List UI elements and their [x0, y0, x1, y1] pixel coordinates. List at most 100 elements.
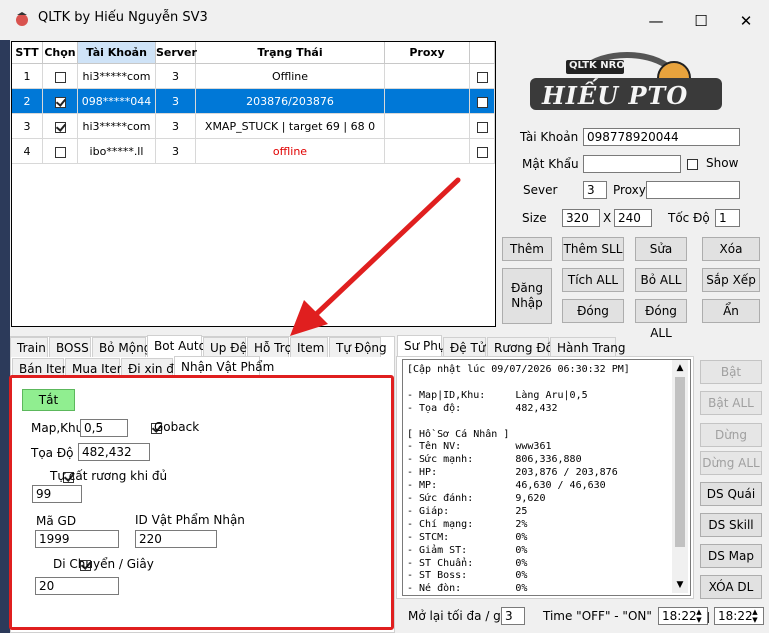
toc-do-input[interactable]: 1 [715, 209, 740, 227]
log-line: - Tên NV: www361 [407, 441, 552, 453]
minimize-button[interactable]: — [634, 6, 678, 36]
log-line: - Sức mạnh: 806,336,880 [407, 454, 582, 466]
chon-cell[interactable] [43, 64, 78, 89]
log-line: - Sức đánh: 9,620 [407, 493, 546, 504]
stt-cell: 3 [12, 114, 43, 139]
toc-do-label: Tốc Độ [668, 211, 710, 225]
xoa-button[interactable]: Xóa [702, 237, 760, 261]
row-select-checkbox[interactable] [54, 71, 66, 83]
dang-nhap-button[interactable]: Đăng Nhập [502, 268, 552, 324]
extra-cell[interactable] [470, 139, 495, 164]
proxy-cell [385, 139, 470, 164]
tab-bot-auto[interactable]: Bot Auto [147, 335, 206, 357]
log-line: - ST Boss: 0% [407, 570, 528, 582]
bo-all-button[interactable]: Bỏ ALL [635, 268, 687, 292]
account-cell: hi3*****com [78, 114, 156, 139]
bat-button[interactable]: Bật [700, 360, 762, 384]
size-x-label: X [603, 211, 612, 225]
server-cell: 3 [156, 114, 196, 139]
col-header-status[interactable]: Trạng Thái [196, 42, 385, 64]
tab-bo-mong[interactable]: Bỏ Mộng [92, 337, 151, 357]
proxy-input[interactable] [646, 181, 740, 199]
row-select-checkbox[interactable] [54, 146, 66, 158]
maximize-button[interactable]: ☐ [679, 6, 723, 36]
log-line: [ Hồ Sơ Cá Nhân ] [407, 428, 510, 440]
tai-khoan-input[interactable]: 098778920044 [583, 128, 740, 146]
table-row[interactable]: 1 hi3*****com 3 Offline [12, 64, 495, 89]
ds-quai-button[interactable]: DS Quái [700, 482, 762, 506]
table-row[interactable]: 3 hi3*****com 3 XMAP_STUCK | target 69 | 68… [12, 114, 495, 139]
tab-train[interactable]: Train [10, 337, 48, 357]
them-sll-button[interactable]: Thêm SLL [562, 237, 624, 261]
mo-lai-label: Mở lại tối đa / giờ [408, 609, 512, 623]
row-extra-checkbox[interactable] [476, 146, 488, 158]
tab-boss[interactable]: BOSS [49, 337, 91, 357]
sap-xep-button[interactable]: Sắp Xếp [702, 268, 760, 292]
tab-ho-tro[interactable]: Hỗ Trợ [247, 337, 292, 357]
spin-arrows-icon[interactable]: ▲ ▼ [693, 608, 705, 624]
chon-cell[interactable] [43, 89, 78, 114]
log-line: - Map|ID,Khu: Làng Aru|0,5 [407, 389, 588, 401]
row-extra-checkbox[interactable] [476, 96, 488, 108]
tich-all-button[interactable]: Tích ALL [562, 268, 624, 292]
dong-button[interactable]: Đóng [562, 299, 624, 323]
status-log[interactable]: [Cập nhật lúc 09/07/2026 06:30:32 PM] - M… [402, 359, 691, 596]
tab-tu-dong[interactable]: Tự Động [329, 337, 387, 357]
scroll-thumb[interactable] [675, 377, 685, 547]
col-header-proxy[interactable]: Proxy [385, 42, 470, 64]
tab-ruong-do[interactable]: Rương Đồ [487, 337, 553, 357]
dong-all-button[interactable]: Đóng ALL [635, 299, 687, 340]
bat-all-button[interactable]: Bật ALL [700, 391, 762, 415]
extra-cell[interactable] [470, 89, 495, 114]
sua-button[interactable]: Sửa [635, 237, 687, 261]
window-title: QLTK by Hiếu Nguyễn SV3 [38, 10, 208, 25]
app-icon [16, 12, 28, 26]
extra-cell[interactable] [470, 114, 495, 139]
them-button[interactable]: Thêm [502, 237, 552, 261]
close-button[interactable]: ✕ [724, 6, 768, 36]
log-scrollbar[interactable]: ▲ ▼ [672, 360, 688, 593]
logo-text: HIẾU PTO [542, 81, 689, 110]
extra-cell[interactable] [470, 64, 495, 89]
logo-badge: QLTK NRO [569, 60, 625, 71]
size-label: Size [522, 211, 547, 225]
tab-up-de[interactable]: Up Đệ [203, 337, 247, 357]
sever-input[interactable]: 3 [583, 181, 607, 199]
proxy-cell [385, 89, 470, 114]
show-password-checkbox[interactable] [687, 159, 698, 170]
an-button[interactable]: Ẩn [702, 299, 760, 323]
scroll-down-icon[interactable]: ▼ [672, 577, 688, 593]
table-row[interactable]: 4 ibo*****.ll 3 offline [12, 139, 495, 164]
server-cell: 3 [156, 139, 196, 164]
tab-item[interactable]: Item [290, 337, 328, 357]
tab-hanh-trang[interactable]: Hành Trang [550, 337, 625, 357]
col-header-stt[interactable]: STT [12, 42, 43, 64]
size-width-input[interactable]: 320 [562, 209, 600, 227]
chon-cell[interactable] [43, 139, 78, 164]
row-extra-checkbox[interactable] [476, 71, 488, 83]
size-height-input[interactable]: 240 [614, 209, 652, 227]
row-select-checkbox[interactable] [54, 96, 66, 108]
mat-khau-input[interactable] [583, 155, 681, 173]
logo: QLTK NRO HIẾU PTO [522, 48, 738, 120]
scroll-up-icon[interactable]: ▲ [672, 360, 688, 376]
mat-khau-label: Mật Khẩu [522, 157, 579, 171]
col-header-chon[interactable]: Chọn [43, 42, 78, 64]
ds-map-button[interactable]: DS Map [700, 544, 762, 568]
xoa-dl-button[interactable]: XÓA DL [700, 575, 762, 599]
spin-arrows-icon[interactable]: ▲ ▼ [749, 608, 761, 624]
col-header-server[interactable]: Server [156, 42, 197, 64]
table-row[interactable]: 2 098*****044 3 203876/203876 [12, 89, 495, 114]
row-select-checkbox[interactable] [54, 121, 66, 133]
ds-skill-button[interactable]: DS Skill [700, 513, 762, 537]
dung-button[interactable]: Dừng [700, 423, 762, 447]
log-line: - HP: 203,876 / 203,876 [407, 467, 618, 479]
stt-cell: 1 [12, 64, 43, 89]
tab-de-tu[interactable]: Đệ Tử [443, 337, 486, 357]
col-header-account[interactable]: Tài Khoản [78, 42, 156, 64]
chon-cell[interactable] [43, 114, 78, 139]
mo-lai-input[interactable]: 3 [501, 607, 525, 625]
tab-su-phu[interactable]: Sư Phụ [397, 335, 445, 357]
row-extra-checkbox[interactable] [476, 121, 488, 133]
dung-all-button[interactable]: Dừng ALL [700, 451, 762, 475]
